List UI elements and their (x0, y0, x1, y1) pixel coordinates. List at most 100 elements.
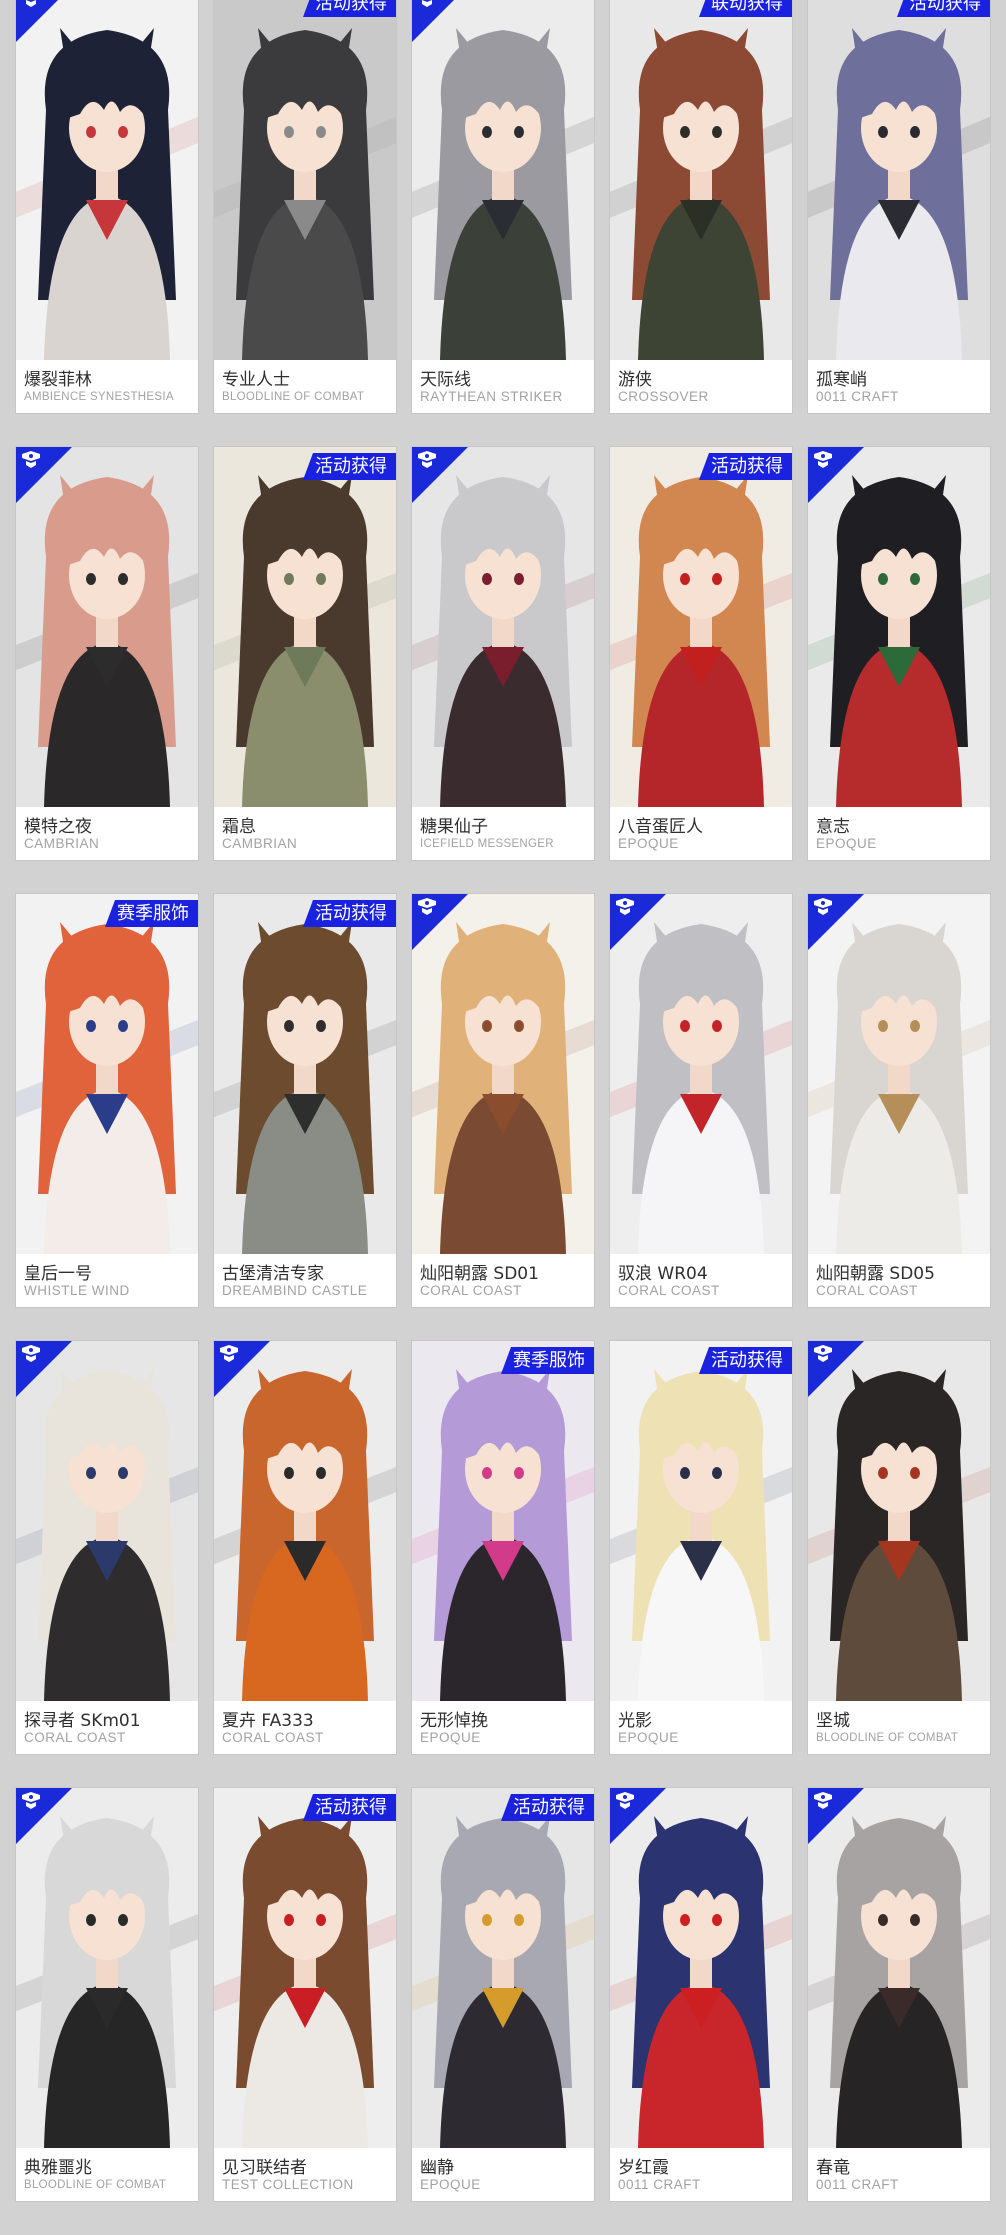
skin-series: AMBIENCE SYNESTHESIA (24, 391, 174, 403)
skin-card[interactable]: 活动获得专业人士 BLOODLINE OF COMBAT (214, 0, 396, 413)
skin-card[interactable]: 灿阳朝露 SD05 CORAL COAST (808, 894, 990, 1307)
skin-portrait (214, 447, 396, 807)
skin-series: CORAL COAST (24, 1730, 126, 1745)
skin-series: CROSSOVER (618, 389, 709, 404)
skin-name: 光影 (618, 1711, 652, 1731)
skin-name: 无形悼挽 (420, 1711, 488, 1731)
skin-card[interactable]: 糖果仙子 ICEFIELD MESSENGER (412, 447, 594, 860)
source-badge: 活动获得 (501, 1794, 594, 1821)
skin-name: 意志 (816, 817, 850, 837)
skin-portrait (610, 0, 792, 360)
skin-name: 灿阳朝露 SD01 (420, 1264, 539, 1284)
brand-icon (22, 451, 40, 468)
source-badge: 赛季服饰 (501, 1347, 594, 1374)
skin-card[interactable]: 活动获得 古堡清洁专家 DREAMBIND CASTLE (214, 894, 396, 1307)
skin-series: 0011 CRAFT (618, 2177, 701, 2192)
skin-series: BLOODLINE OF COMBAT (222, 391, 365, 403)
source-badge: 活动获得 (303, 900, 396, 927)
skin-card[interactable]: 赛季服饰无形悼挽 EPOQUE (412, 1341, 594, 1754)
skin-series: EPOQUE (420, 2177, 481, 2192)
skin-card[interactable]: 岁红霞 0011 CRAFT (610, 1788, 792, 2201)
source-badge: 活动获得 (699, 453, 792, 480)
skin-card[interactable]: 典雅噩兆 BLOODLINE OF COMBAT (16, 1788, 198, 2201)
skin-card[interactable]: 坚城 BLOODLINE OF COMBAT (808, 1341, 990, 1754)
source-badge: 联动获得 (699, 0, 792, 17)
skin-series: CORAL COAST (222, 1730, 324, 1745)
skin-card[interactable]: 探寻者 SKm01 CORAL COAST (16, 1341, 198, 1754)
skin-portrait (214, 894, 396, 1254)
brand-icon (22, 1345, 40, 1362)
skin-name: 灿阳朝露 SD05 (816, 1264, 935, 1284)
source-badge: 活动获得 (303, 1794, 396, 1821)
skin-name: 糖果仙子 (420, 817, 488, 837)
skin-name: 春竜 (816, 2158, 850, 2178)
skin-series: WHISTLE WIND (24, 1283, 130, 1298)
skin-card[interactable]: 活动获得幽静 EPOQUE (412, 1788, 594, 2201)
brand-icon (814, 451, 832, 468)
skin-name: 皇后一号 (24, 1264, 92, 1284)
skin-card[interactable]: 活动获得见习联结者 TEST COLLECTION (214, 1788, 396, 2201)
skin-series: 0011 CRAFT (816, 389, 899, 404)
skin-name: 天际线 (420, 370, 471, 390)
source-badge: 活动获得 (303, 0, 396, 17)
skin-series: BLOODLINE OF COMBAT (816, 1732, 959, 1744)
skin-name: 探寻者 SKm01 (24, 1711, 141, 1731)
skin-series: RAYTHEAN STRIKER (420, 389, 563, 404)
skin-name: 孤寒峭 (816, 370, 867, 390)
skin-series: CORAL COAST (816, 1283, 918, 1298)
brand-icon (814, 1345, 832, 1362)
skin-series: CORAL COAST (420, 1283, 522, 1298)
skin-series: BLOODLINE OF COMBAT (24, 2179, 167, 2191)
skin-series: EPOQUE (816, 836, 877, 851)
skin-portrait (808, 0, 990, 360)
skin-portrait (412, 0, 594, 360)
skin-name: 夏卉 FA333 (222, 1711, 314, 1731)
skin-series: EPOQUE (420, 1730, 481, 1745)
skin-name: 幽静 (420, 2158, 454, 2178)
skin-series: CAMBRIAN (24, 836, 100, 851)
skin-portrait (412, 1788, 594, 2148)
skin-card[interactable]: 夏卉 FA333 CORAL COAST (214, 1341, 396, 1754)
skin-series: CORAL COAST (618, 1283, 720, 1298)
skin-card[interactable]: 爆裂菲林 AMBIENCE SYNESTHESIA (16, 0, 198, 413)
skin-name: 专业人士 (222, 370, 290, 390)
skin-name: 驭浪 WR04 (618, 1264, 708, 1284)
skin-card[interactable]: 活动获得 八音蛋匠人 EPOQUE (610, 447, 792, 860)
skin-name: 岁红霞 (618, 2158, 669, 2178)
skin-series: EPOQUE (618, 1730, 679, 1745)
skin-name: 爆裂菲林 (24, 370, 92, 390)
skin-card[interactable]: 春竜 0011 CRAFT (808, 1788, 990, 2201)
brand-icon (418, 898, 436, 915)
skin-card[interactable]: 活动获得光影 EPOQUE (610, 1341, 792, 1754)
skin-name: 八音蛋匠人 (618, 817, 703, 837)
skin-card[interactable]: 模特之夜 CAMBRIAN (16, 447, 198, 860)
skin-name: 典雅噩兆 (24, 2158, 92, 2178)
brand-icon (422, 0, 432, 7)
skin-name: 见习联结者 (222, 2158, 307, 2178)
brand-icon (814, 1792, 832, 1809)
brand-icon (814, 898, 832, 915)
skin-card[interactable]: 活动获得 霜息 CAMBRIAN (214, 447, 396, 860)
skin-card[interactable]: 赛季服饰皇后一号 WHISTLE WIND (16, 894, 198, 1307)
skin-card[interactable]: 驭浪 WR04 CORAL COAST (610, 894, 792, 1307)
skin-card[interactable]: 活动获得孤寒峭 0011 CRAFT (808, 0, 990, 413)
skin-series: TEST COLLECTION (222, 2177, 354, 2192)
skin-name: 坚城 (816, 1711, 850, 1731)
brand-icon (616, 1792, 634, 1809)
source-badge: 赛季服饰 (105, 900, 198, 927)
skin-card[interactable]: 灿阳朝露 SD01 CORAL COAST (412, 894, 594, 1307)
skin-portrait (214, 1788, 396, 2148)
skin-card[interactable]: 天际线 RAYTHEAN STRIKER (412, 0, 594, 413)
source-badge: 活动获得 (699, 1347, 792, 1374)
skin-portrait (610, 447, 792, 807)
skin-card[interactable]: 联动获得游侠 CROSSOVER (610, 0, 792, 413)
skin-portrait (16, 894, 198, 1254)
skin-card[interactable]: 意志 EPOQUE (808, 447, 990, 860)
skin-name: 游侠 (618, 370, 652, 390)
source-badge: 活动获得 (897, 0, 990, 17)
skin-portrait (610, 1341, 792, 1701)
skin-name: 古堡清洁专家 (222, 1264, 324, 1284)
brand-icon (220, 1345, 238, 1362)
skin-series: CAMBRIAN (222, 836, 298, 851)
skin-series: ICEFIELD MESSENGER (420, 838, 554, 850)
